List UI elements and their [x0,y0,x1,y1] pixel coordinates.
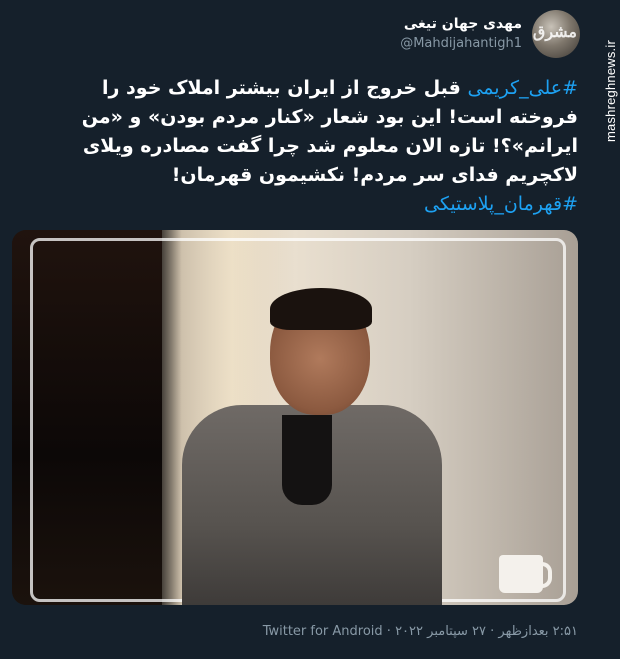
tweet-photo[interactable] [12,230,578,605]
meta-separator: · [486,624,499,639]
photo-mug-handle [536,562,552,588]
photo-person-shirt [282,415,332,505]
avatar-watermark-logo: مشرق [532,22,577,41]
tweet-meta: ۲:۵۱ بعدازظهر · ۲۷ سپتامبر ۲۰۲۲ · Twitte… [228,624,578,639]
tweet-date[interactable]: ۲۷ سپتامبر ۲۰۲۲ [395,624,486,639]
author-handle[interactable]: @Mahdijahantigh1 [400,34,522,54]
author-display-name[interactable]: مهدی جهان تیغی [400,14,522,34]
tweet-time[interactable]: ۲:۵۱ بعدازظهر [498,624,578,639]
tweet-text: #علی_کریمی قبل خروج از ایران بیشتر املاک… [38,74,578,219]
meta-separator: · [382,624,396,639]
tweet-header: مشرق مهدی جهان تیغی @Mahdijahantigh1 [400,10,580,58]
tweet-client[interactable]: Twitter for Android [263,624,383,639]
author-block[interactable]: مهدی جهان تیغی @Mahdijahantigh1 [400,14,522,54]
hashtag-link[interactable]: #علی_کریمی [467,77,578,99]
avatar[interactable]: مشرق [532,10,580,58]
photo-person-hair [270,288,372,330]
tweet-page: مشرق مهدی جهان تیغی @Mahdijahantigh1 mas… [0,0,620,659]
site-watermark: mashreghnews.ir [603,40,618,142]
hashtag-link[interactable]: #قهرمان_پلاستیکی [424,193,578,215]
